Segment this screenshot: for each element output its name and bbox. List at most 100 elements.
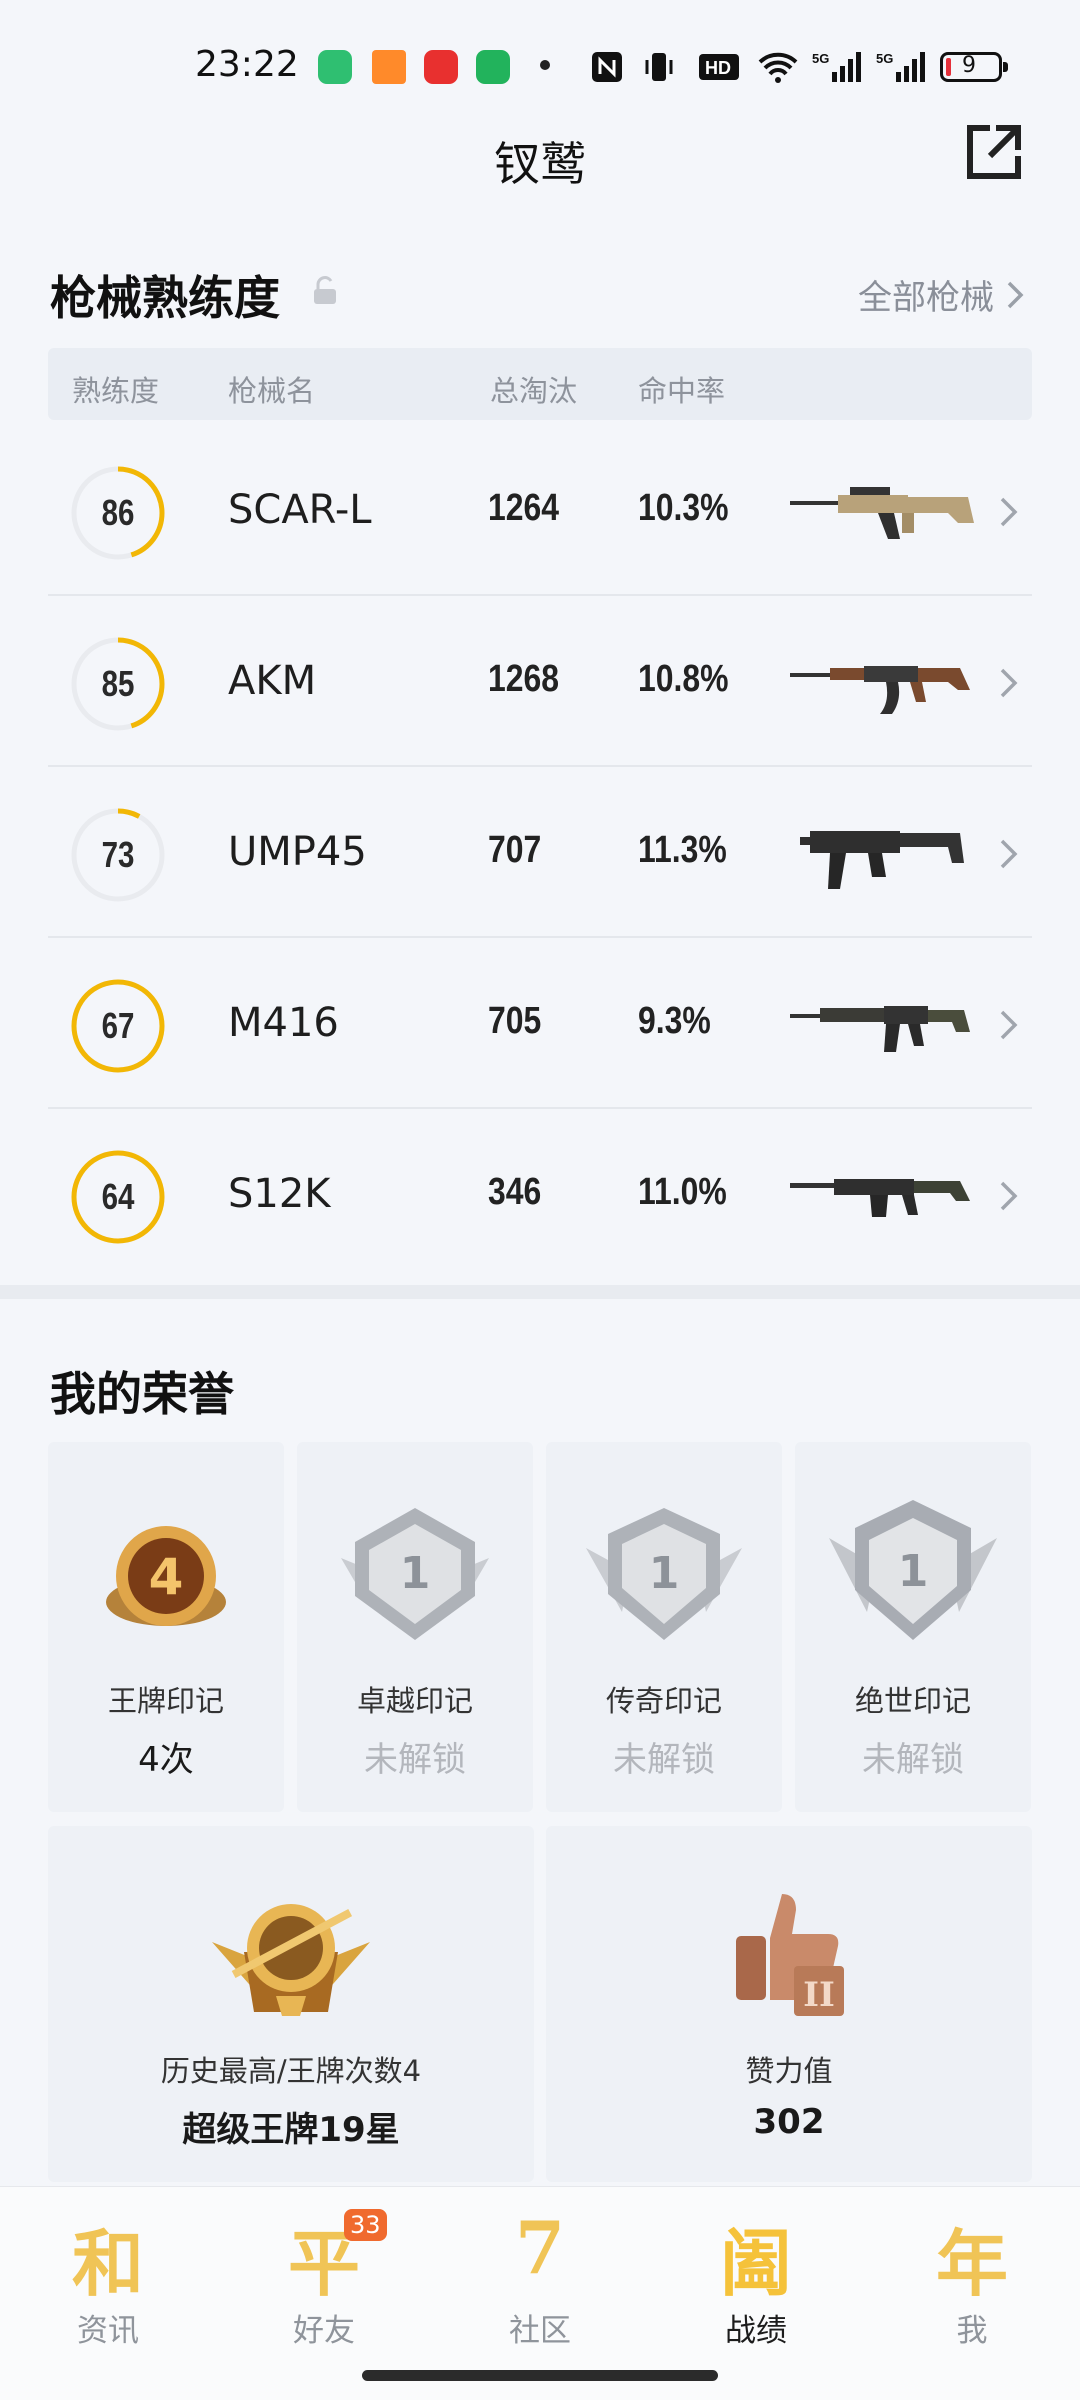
honor-card-ace-mark[interactable]: 4 王牌印记 4次: [48, 1442, 284, 1812]
share-external-icon[interactable]: [962, 120, 1026, 184]
gun-row-akm[interactable]: 85 AKM 1268 10.8%: [48, 596, 1032, 767]
badge-number: 1: [898, 1546, 929, 1597]
home-indicator: [362, 2370, 718, 2381]
badge-number: 1: [400, 1548, 431, 1599]
friends-tab-icon: 平: [287, 2221, 360, 2306]
col-kills: 总淘汰: [490, 374, 578, 408]
page-title: 钗鹫: [494, 137, 586, 191]
gun-hit-rate: 11.3%: [638, 829, 727, 871]
chevron-right-icon: [1000, 1181, 1018, 1211]
status-bar: 23:22 HD 5G 5G 9: [0, 0, 1080, 130]
highest-rank-value: 超级王牌19星: [182, 2110, 400, 2150]
battery-icon: 9: [940, 52, 1008, 82]
honor-label: 绝世印记: [854, 1684, 971, 1718]
honor-card-peerless-mark[interactable]: 1 绝世印记 未解锁: [795, 1442, 1031, 1812]
nav-label: 资讯: [77, 2313, 139, 2349]
gun-hit-rate: 9.3%: [638, 1000, 711, 1042]
app-notification-icon: [424, 50, 458, 84]
scar-l-rifle-icon: [790, 487, 974, 539]
gun-row-m416[interactable]: 67 M416 705 9.3%: [48, 938, 1032, 1109]
all-guns-label: 全部枪械: [858, 278, 994, 318]
gun-row-ump45[interactable]: 73 UMP45 707 11.3%: [48, 767, 1032, 938]
honor-label: 赞力值: [745, 2054, 833, 2088]
m416-rifle-icon: [790, 1006, 970, 1052]
svg-text:5G: 5G: [812, 51, 829, 66]
nav-label: 好友: [293, 2313, 355, 2349]
all-guns-link[interactable]: 全部枪械: [858, 270, 1024, 319]
bottom-nav: 和 资讯 平 33 好友 7 社区 阖 战绩 年 我: [0, 2186, 1080, 2400]
nav-tab-news[interactable]: 和 资讯: [0, 2187, 216, 2400]
battery-level: 9: [962, 53, 976, 78]
nav-tab-me[interactable]: 年 我: [864, 2187, 1080, 2400]
col-proficiency: 熟练度: [72, 374, 160, 408]
vibrate-icon: [645, 53, 673, 81]
more-notifications-dot: [540, 60, 550, 70]
proficiency-value: 85: [101, 663, 135, 704]
col-hit-rate: 命中率: [638, 374, 726, 408]
nav-label: 我: [956, 2313, 988, 2349]
gun-row-s12k[interactable]: 64 S12K 346 11.0%: [48, 1109, 1032, 1280]
svg-text:II: II: [803, 1975, 835, 2015]
proficiency-value: 67: [101, 1005, 135, 1046]
gun-hit-rate: 11.0%: [638, 1171, 727, 1213]
peerless-mark-badge-icon: 1: [829, 1500, 997, 1640]
hd-icon: HD: [699, 54, 739, 80]
nav-label: 战绩: [725, 2313, 787, 2349]
likes-value: 302: [753, 2102, 825, 2142]
gun-kills: 705: [488, 1000, 542, 1042]
gun-hit-rate: 10.8%: [638, 658, 729, 700]
gun-name: SCAR-L: [228, 487, 372, 533]
gun-kills: 1268: [488, 658, 560, 700]
gun-name: UMP45: [228, 829, 367, 875]
nav-tab-stats[interactable]: 阖 战绩: [648, 2187, 864, 2400]
friends-count-badge: 33: [344, 2209, 387, 2241]
honor-section-title: 我的荣誉: [50, 1367, 234, 1421]
signal-5g-icon: 5G: [812, 51, 861, 82]
proficiency-value: 64: [101, 1176, 135, 1217]
ace-mark-badge-icon: 4: [106, 1526, 226, 1626]
chevron-right-icon: [1000, 668, 1018, 698]
gun-name: M416: [228, 1000, 339, 1046]
gun-section-title: 枪械熟练度: [50, 271, 280, 325]
gun-table-header: 熟练度 枪械名 总淘汰 命中率: [48, 348, 1032, 420]
honor-label: 卓越印记: [356, 1684, 473, 1718]
svg-text:HD: HD: [705, 58, 731, 78]
gun-name: S12K: [228, 1171, 331, 1217]
excellence-mark-badge-icon: 1: [341, 1508, 489, 1640]
community-tab-icon: 7: [514, 2205, 566, 2290]
nav-tab-friends[interactable]: 平 33 好友: [216, 2187, 432, 2400]
wifi-icon: [758, 52, 798, 83]
chevron-right-icon: [1000, 839, 1018, 869]
chevron-right-icon: [1000, 497, 1018, 527]
me-tab-icon: 年: [935, 2221, 1008, 2306]
section-divider: [0, 1285, 1080, 1299]
gun-name: AKM: [228, 658, 317, 704]
badge-number: 1: [649, 1548, 680, 1599]
nfc-icon: [592, 52, 622, 82]
app-notification-icon: [372, 50, 406, 84]
honor-label: 传奇印记: [605, 1684, 722, 1718]
honor-card-likes[interactable]: II 赞力值 302: [546, 1826, 1032, 2182]
honor-card-excellence-mark[interactable]: 1 卓越印记 未解锁: [297, 1442, 533, 1812]
legend-mark-badge-icon: 1: [586, 1508, 742, 1640]
news-tab-icon: 和: [71, 2221, 144, 2306]
honor-card-legend-mark[interactable]: 1 传奇印记 未解锁: [546, 1442, 782, 1812]
proficiency-value: 73: [101, 834, 135, 875]
gun-row-scar-l[interactable]: 86 SCAR-L 1264 10.3%: [48, 425, 1032, 596]
thumbs-up-icon: II: [736, 1894, 844, 2016]
unlock-icon[interactable]: [312, 276, 338, 306]
gun-hit-rate: 10.3%: [638, 487, 729, 529]
app-notification-icon: [476, 50, 510, 84]
gun-kills: 1264: [488, 487, 560, 529]
status-time: 23:22: [195, 44, 299, 85]
ace-rank-badge-icon: [212, 1904, 370, 2016]
ump45-smg-icon: [800, 831, 964, 889]
honor-value: 未解锁: [862, 1740, 964, 1780]
nav-label: 社区: [509, 2313, 571, 2349]
col-gun-name: 枪械名: [228, 374, 316, 408]
honor-card-highest-rank[interactable]: 历史最高/王牌次数4 超级王牌19星: [48, 1826, 534, 2182]
honor-value: 4次: [138, 1740, 194, 1780]
badge-number: 4: [149, 1548, 184, 1606]
nav-tab-community[interactable]: 7 社区: [432, 2187, 648, 2400]
honor-value: 未解锁: [613, 1740, 715, 1780]
